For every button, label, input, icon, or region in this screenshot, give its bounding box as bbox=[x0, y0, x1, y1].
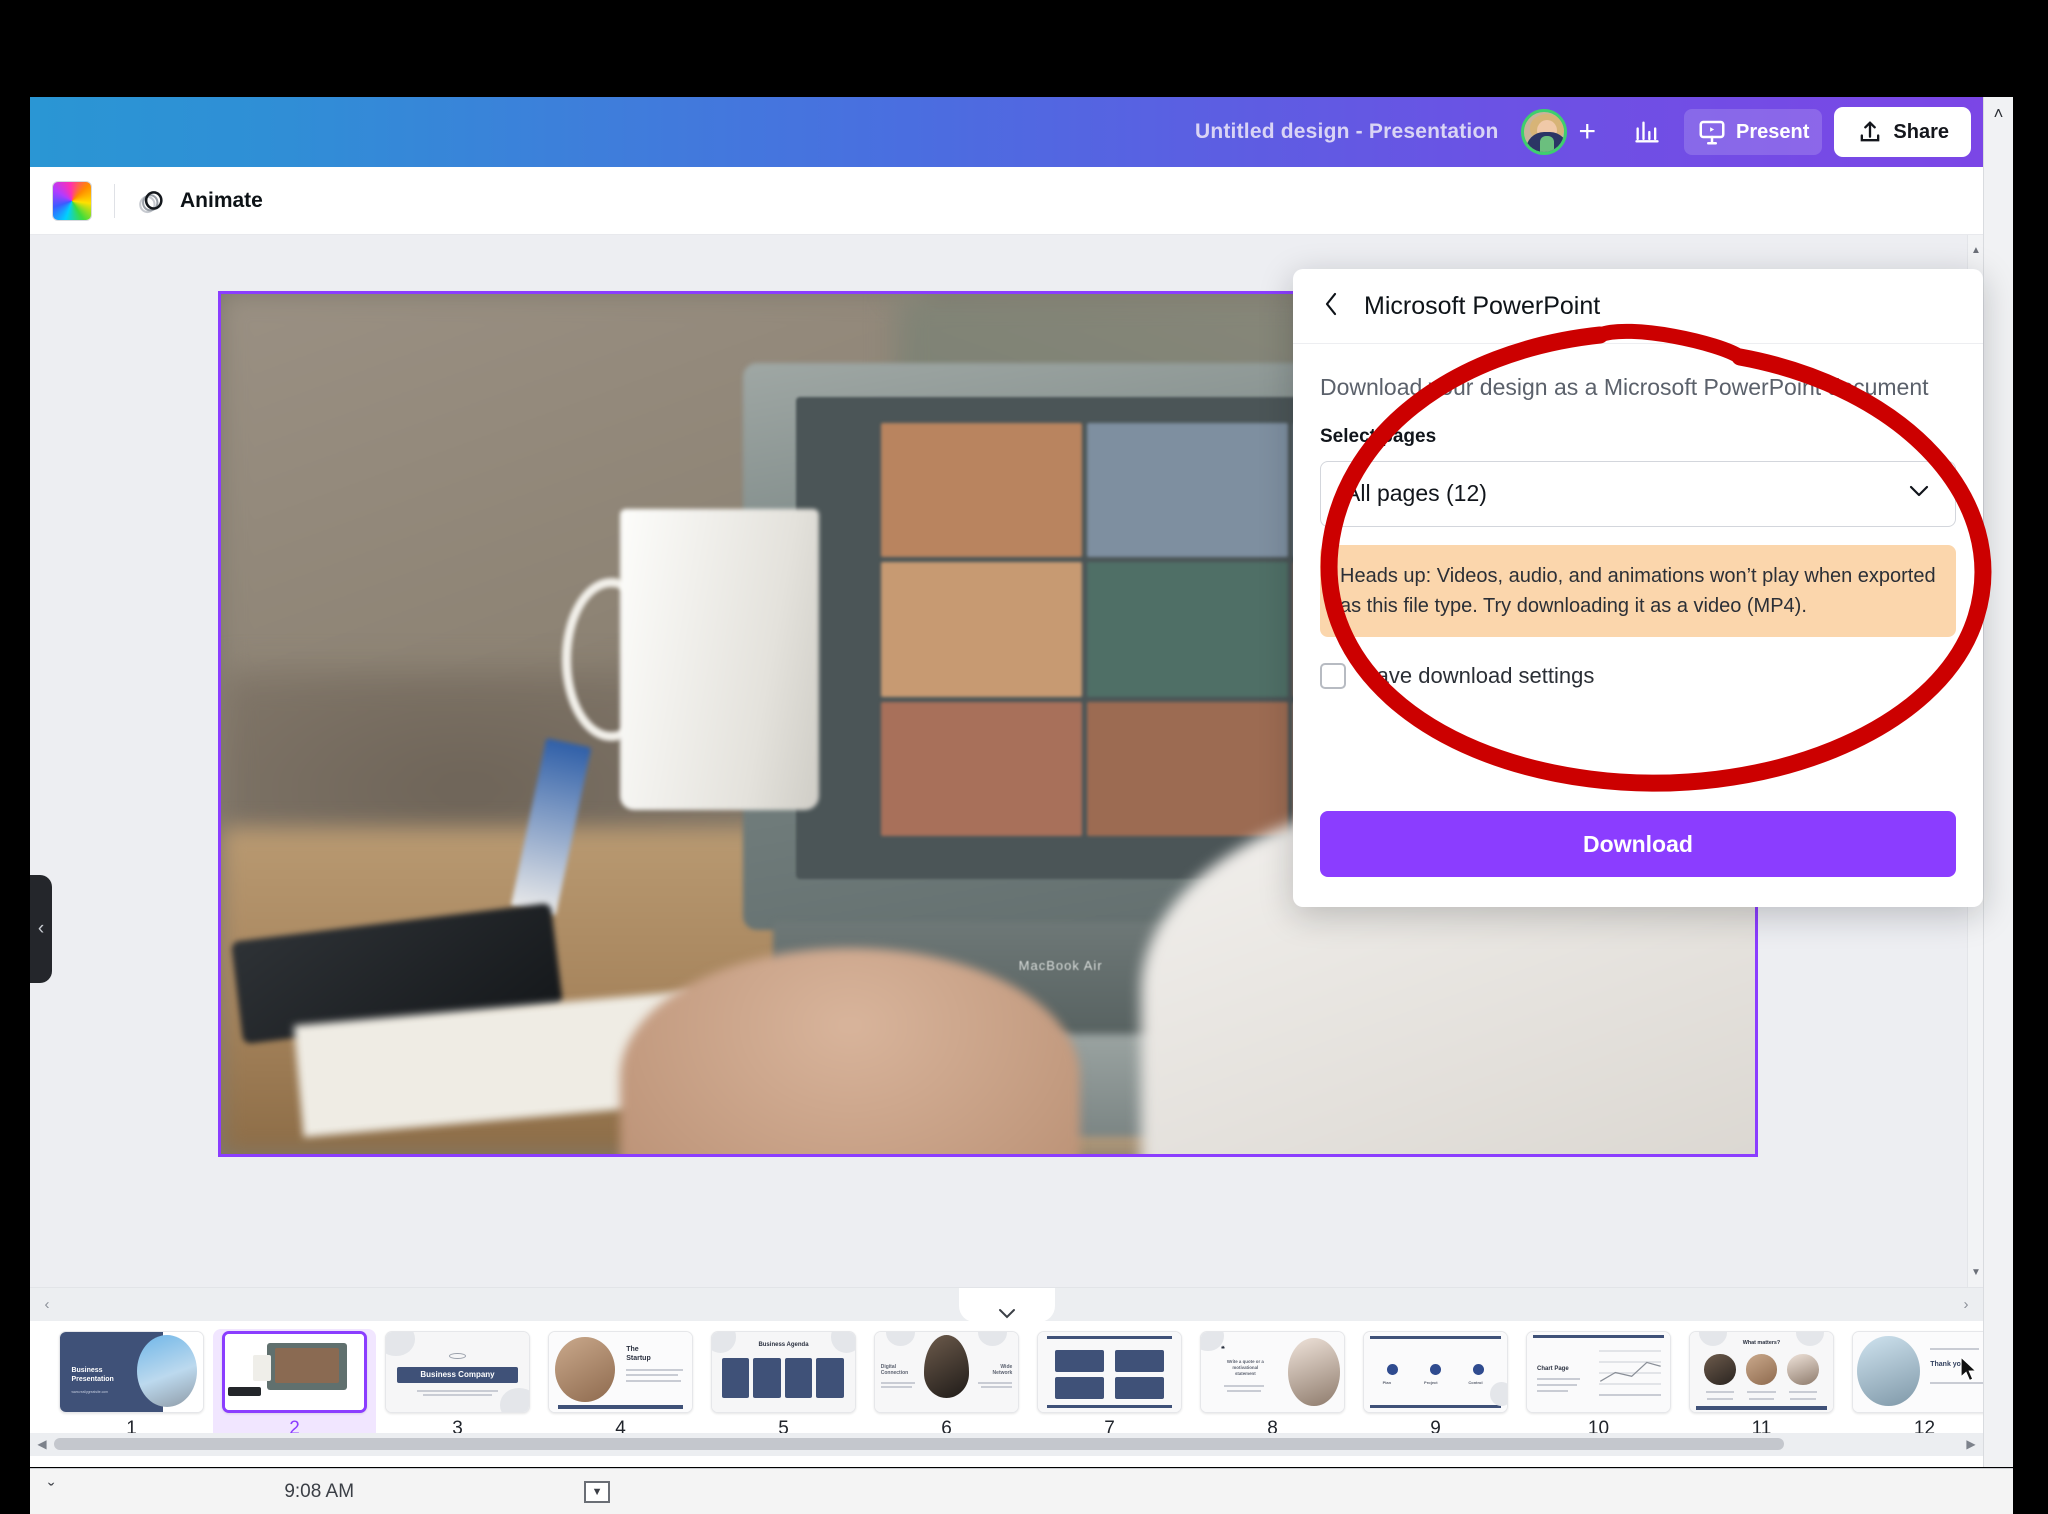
download-dialog: Microsoft PowerPoint Download your desig… bbox=[1293, 269, 1983, 907]
chevron-left-icon bbox=[1325, 292, 1337, 315]
taskbar-tray-icon[interactable]: ▼ bbox=[584, 1480, 611, 1503]
dialog-body: Download your design as a Microsoft Powe… bbox=[1293, 344, 1983, 689]
dialog-description: Download your design as a Microsoft Powe… bbox=[1320, 374, 1929, 400]
thumbnail-5[interactable]: Business Agenda 5 bbox=[702, 1329, 865, 1433]
thumbnail-image: Plan Project Control bbox=[1363, 1331, 1508, 1413]
thumbnail-image bbox=[222, 1331, 367, 1413]
thumbnail-9[interactable]: Plan Project Control 9 bbox=[1354, 1329, 1517, 1433]
animate-button[interactable]: Animate bbox=[137, 186, 263, 216]
thumbnail-11[interactable]: What matters? 11 bbox=[1680, 1329, 1843, 1433]
status-bar: Notes 49% 12 bbox=[30, 1455, 1983, 1467]
rail-right-arrow[interactable]: › bbox=[1949, 1296, 1983, 1313]
export-warning-banner: Heads up: Videos, audio, and animations … bbox=[1320, 544, 1956, 637]
hscroll-right-arrow[interactable]: ▶ bbox=[1959, 1437, 1983, 1451]
os-taskbar: ˇ 9:08 AM ▼ bbox=[30, 1468, 2013, 1514]
desktop-screen: ˇ 9:08 AM ▼ Untitled design - Presentati… bbox=[0, 0, 2048, 1514]
thumbnail-image: The Startup bbox=[548, 1331, 693, 1413]
rail-left-arrow[interactable]: ‹ bbox=[30, 1296, 64, 1313]
hscroll-left-arrow[interactable]: ◀ bbox=[30, 1437, 54, 1451]
scroll-down-arrow[interactable]: ▼ bbox=[1968, 1263, 1983, 1281]
thumbnail-number: 12 bbox=[1913, 1418, 1936, 1433]
share-button[interactable]: Share bbox=[1834, 107, 1971, 157]
thumbnail-rail: ‹ › bbox=[30, 1287, 1983, 1322]
thumbnail-strip[interactable]: Business Presentation www.reallygreatsite… bbox=[30, 1321, 1983, 1433]
thumbnail-number: 11 bbox=[1751, 1418, 1772, 1433]
collapse-left-panel-handle[interactable]: ‹ bbox=[30, 875, 52, 983]
document-title[interactable]: Untitled design - Presentation bbox=[1195, 120, 1499, 144]
thumbnail-image: What matters? bbox=[1689, 1331, 1834, 1413]
present-button[interactable]: Present bbox=[1684, 109, 1823, 155]
thumbnail-image: ❝ Write a quote or a motivational statemen… bbox=[1200, 1331, 1345, 1413]
thumbnail-7[interactable]: 7 bbox=[1028, 1329, 1191, 1433]
chevron-down-icon bbox=[998, 1309, 1015, 1319]
chevron-down-icon bbox=[1907, 482, 1931, 505]
insights-button[interactable] bbox=[1620, 109, 1674, 155]
thumbnail-number: 9 bbox=[1430, 1418, 1441, 1433]
taskbar-clock: 9:08 AM bbox=[284, 1480, 355, 1502]
thumbnail-horizontal-scrollbar[interactable]: ◀ ▶ bbox=[30, 1433, 1983, 1455]
thumbnail-number: 8 bbox=[1267, 1418, 1278, 1433]
present-label: Present bbox=[1736, 120, 1810, 143]
taskbar-left-text: ˇ bbox=[48, 1480, 55, 1502]
color-swatch-button[interactable] bbox=[52, 180, 92, 221]
collapse-thumbnails-tab[interactable] bbox=[958, 1288, 1055, 1322]
thumbnail-image bbox=[1037, 1331, 1182, 1413]
window-scroll-up-arrow[interactable]: ˄ bbox=[1984, 97, 2013, 131]
thumbnail-number: 7 bbox=[1104, 1418, 1115, 1433]
avatar[interactable] bbox=[1520, 109, 1567, 155]
select-pages-dropdown[interactable]: All pages (12) bbox=[1320, 460, 1956, 527]
thumbnail-number: 3 bbox=[452, 1418, 463, 1433]
mouse-cursor bbox=[1960, 1355, 1978, 1382]
chart-bar-icon bbox=[1635, 121, 1659, 143]
hscroll-track[interactable] bbox=[54, 1438, 1959, 1450]
download-button[interactable]: Download bbox=[1320, 811, 1956, 877]
dialog-header: Microsoft PowerPoint bbox=[1293, 269, 1983, 344]
thumbnail-image: Digital Connection Wide Network bbox=[874, 1331, 1019, 1413]
hscroll-thumb[interactable] bbox=[54, 1438, 1784, 1450]
thumbnail-number: 2 bbox=[289, 1418, 300, 1433]
toolbar-divider bbox=[114, 183, 115, 218]
dialog-title: Microsoft PowerPoint bbox=[1364, 291, 1601, 320]
select-pages-label: Select pages bbox=[1320, 425, 1437, 447]
thumbnail-8[interactable]: ❝ Write a quote or a motivational statemen… bbox=[1191, 1329, 1354, 1433]
select-pages-value: All pages (12) bbox=[1345, 480, 1487, 507]
mini-line-chart bbox=[1599, 1362, 1661, 1383]
thumbnail-number: 10 bbox=[1587, 1418, 1610, 1433]
thumbnail-3[interactable]: Business Company 3 bbox=[376, 1329, 539, 1433]
thumbnail-number: 1 bbox=[126, 1418, 137, 1433]
upload-icon bbox=[1861, 121, 1880, 142]
animate-icon bbox=[139, 190, 163, 213]
checkbox-box[interactable] bbox=[1320, 662, 1346, 689]
thumbnail-2[interactable]: 2 bbox=[213, 1329, 376, 1433]
share-label: Share bbox=[1893, 120, 1949, 143]
thumbnail-number: 5 bbox=[778, 1418, 789, 1433]
save-download-settings-checkbox[interactable]: Save download settings bbox=[1320, 662, 1956, 689]
thumbnail-number: 6 bbox=[941, 1418, 952, 1433]
checkbox-label: Save download settings bbox=[1362, 662, 1595, 688]
app-header: Untitled design - Presentation + Present… bbox=[30, 97, 1983, 167]
dialog-back-button[interactable] bbox=[1320, 289, 1342, 324]
thumbnail-image: Business Agenda bbox=[711, 1331, 856, 1413]
presentation-icon bbox=[1699, 120, 1725, 145]
editor-toolbar: Animate bbox=[30, 167, 1983, 235]
thumbnail-6[interactable]: Digital Connection Wide Network 6 bbox=[865, 1329, 1028, 1433]
thumbnail-image: Business Presentation www.reallygreatsite… bbox=[59, 1331, 204, 1413]
thumbnail-4[interactable]: The Startup 4 bbox=[539, 1329, 702, 1433]
thumbnail-number: 4 bbox=[615, 1418, 626, 1433]
add-collaborator-button[interactable]: + bbox=[1569, 109, 1607, 155]
thumbnail-image: Business Company bbox=[385, 1331, 530, 1413]
scroll-up-arrow[interactable]: ▲ bbox=[1968, 241, 1983, 259]
window-scrollbar[interactable]: ˄ bbox=[1983, 97, 2013, 1467]
thumbnail-image: Chart Page bbox=[1526, 1331, 1671, 1413]
thumbnail-1[interactable]: Business Presentation www.reallygreatsite… bbox=[50, 1329, 213, 1433]
thumbnail-10[interactable]: Chart Page 10 bbox=[1517, 1329, 1680, 1433]
animate-label: Animate bbox=[180, 188, 263, 212]
browser-window: Untitled design - Presentation + Present… bbox=[30, 97, 2013, 1467]
